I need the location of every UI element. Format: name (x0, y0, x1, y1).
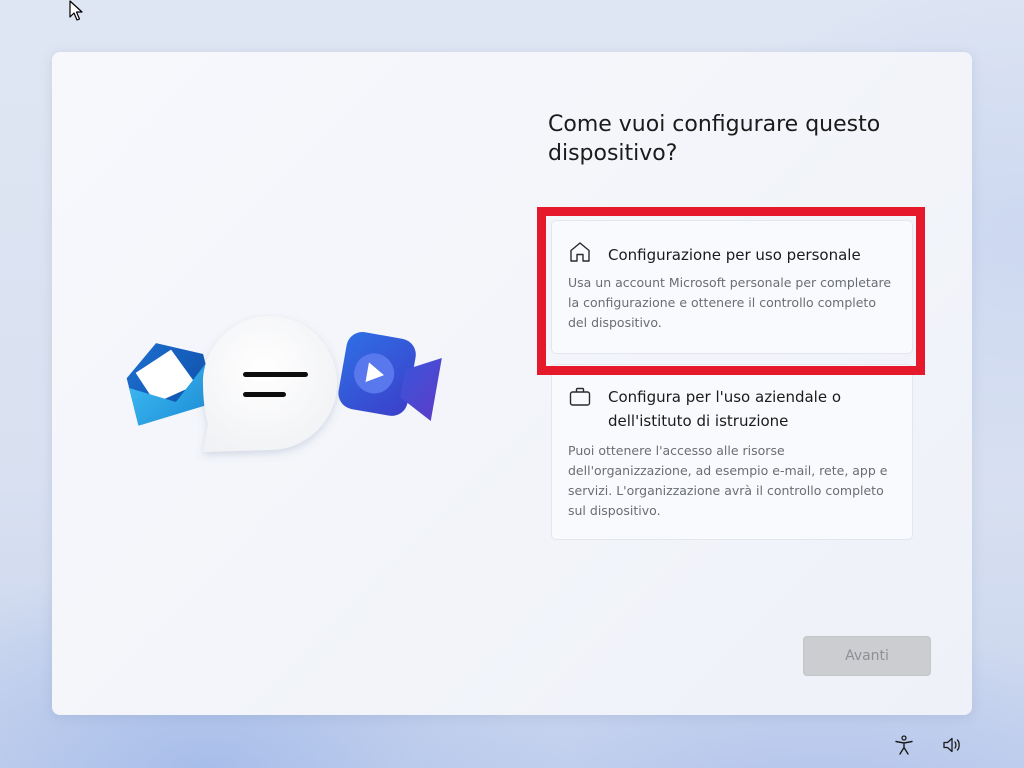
setup-dialog: Come vuoi configurare questo dispositivo… (52, 52, 972, 715)
option-description: Usa un account Microsoft personale per c… (568, 275, 892, 330)
page-title: Come vuoi configurare questo dispositivo… (548, 112, 881, 166)
option-work-school[interactable]: Configura per l'uso aziendale o dell'ist… (551, 364, 913, 540)
option-personal-use[interactable]: Configurazione per uso personale Usa un … (551, 220, 913, 354)
mail-icon (126, 343, 216, 426)
video-icon (338, 332, 442, 421)
option-title: Configura per l'uso aziendale o dell'ist… (608, 388, 842, 430)
accessibility-icon[interactable] (893, 734, 915, 756)
volume-icon[interactable] (941, 734, 963, 756)
briefcase-icon (569, 387, 591, 406)
option-description: Puoi ottenere l'accesso alle risorse del… (568, 443, 888, 518)
chat-bubble-icon (203, 316, 337, 452)
home-icon (570, 242, 590, 262)
mouse-cursor-icon (69, 0, 83, 21)
next-button[interactable]: Avanti (803, 636, 931, 676)
illustration (126, 316, 442, 452)
option-title: Configurazione per uso personale (608, 246, 861, 264)
